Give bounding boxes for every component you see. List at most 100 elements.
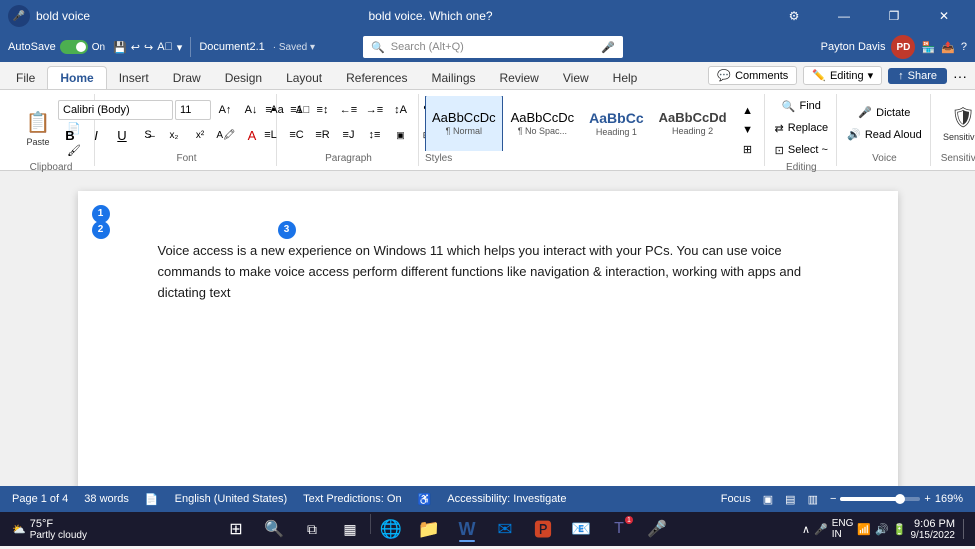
document-content[interactable]: Voice access is a new experience on Wind… [158,241,818,303]
outlook-app[interactable]: ✉ [487,514,523,544]
format-icon[interactable]: A⃣ [157,41,173,53]
tab-file[interactable]: File [4,67,47,89]
styles-scroll-down[interactable]: ▼ [736,120,760,139]
autosave-toggle[interactable] [60,40,88,54]
align-center-button[interactable]: ≡C [285,125,309,145]
tab-layout[interactable]: Layout [274,67,334,89]
multilevel-list-button[interactable]: ≡↕ [311,100,335,120]
layout-icon3[interactable]: ▥ [808,493,818,506]
search-button[interactable]: 🔍 [256,514,292,544]
dictate-button[interactable]: 🎤 Dictate [847,103,922,123]
zoom-thumb[interactable] [895,494,905,504]
overflow-icon[interactable]: ··· [953,68,967,84]
tab-home[interactable]: Home [47,66,106,89]
text-predictions[interactable]: Text Predictions: On [303,493,401,505]
redo-icon[interactable]: ↪ [144,41,153,54]
restore-button[interactable]: ❐ [871,0,917,32]
underline-button[interactable]: U [110,125,134,145]
strikethrough-button[interactable]: S̶ [136,125,160,145]
increase-font-button[interactable]: A↑ [213,100,237,120]
replace-button[interactable]: ⇄ Replace [775,118,829,138]
style-heading2[interactable]: AaBbCcDd Heading 2 [652,96,734,151]
align-right-button[interactable]: ≡R [311,125,335,145]
layout-icon2[interactable]: ▤ [785,493,795,506]
styles-scroll-up[interactable]: ▲ [736,101,760,120]
shading-button[interactable]: ▣ [389,125,413,145]
accessibility[interactable]: Accessibility: Investigate [447,493,566,505]
comments-button[interactable]: 💬 Comments [708,66,797,85]
tab-mailings[interactable]: Mailings [419,67,487,89]
tab-review[interactable]: Review [488,67,551,89]
tab-design[interactable]: Design [213,67,274,89]
zoom-track[interactable] [840,497,920,501]
highlight-button[interactable]: A🖍 [214,125,238,145]
justify-button[interactable]: ≡J [337,125,361,145]
speaker-icon[interactable]: 🔊 [875,523,889,536]
font-name-input[interactable] [58,100,173,120]
task-view-button[interactable]: ⧉ [294,514,330,544]
bold-button[interactable]: B [58,125,82,145]
close-button[interactable]: ✕ [921,0,967,32]
align-left-button[interactable]: ≡L [259,125,283,145]
powerpoint-app[interactable]: 🅿 [525,514,561,544]
help-icon[interactable]: ? [961,41,967,53]
user-avatar[interactable]: PD [891,35,915,59]
paste-button[interactable]: 📋 Paste [16,101,60,155]
start-button[interactable]: ⊞ [218,514,254,544]
word-app[interactable]: W [449,514,485,544]
voice-app[interactable]: 🎤 [639,514,675,544]
superscript-button[interactable]: x² [188,125,212,145]
line-spacing-button[interactable]: ↕≡ [363,125,387,145]
widgets-button[interactable]: ▦ [332,514,368,544]
mail-app[interactable]: 📧 [563,514,599,544]
share-button[interactable]: ↑ Share [888,68,947,84]
teams-app[interactable]: T 1 [601,514,637,544]
editing-button[interactable]: ✏️ Editing ▾ [803,66,882,85]
read-aloud-button[interactable]: 🔊 Read Aloud [847,125,922,145]
tab-help[interactable]: Help [601,67,650,89]
font-size-input[interactable] [175,100,211,120]
search-bar[interactable]: 🔍 Search (Alt+Q) 🎤 [363,36,623,58]
language[interactable]: English (United States) [175,493,288,505]
settings-button[interactable]: ⚙ [771,0,817,32]
italic-button[interactable]: I [84,125,108,145]
tab-view[interactable]: View [551,67,601,89]
style-normal[interactable]: AaBbCcDc ¶ Normal [425,96,503,151]
sensitivity-button[interactable]: 🛡 Sensitivity [941,96,975,150]
decrease-indent-button[interactable]: ←≡ [337,100,361,120]
zoom-in-icon[interactable]: + [924,493,930,505]
find-button[interactable]: 🔍 Find [775,96,829,116]
style-heading1[interactable]: AaBbCc Heading 1 [582,96,650,151]
store-icon[interactable]: 🏪 [921,41,935,54]
sort-button[interactable]: ↕A [389,100,413,120]
page-info: Page 1 of 4 [12,493,68,505]
mic-taskbar-icon[interactable]: 🎤 [814,523,828,536]
para-row2: ≡L ≡C ≡R ≡J ↕≡ ▣ ⊞ [259,125,439,145]
number-list-button[interactable]: ≡1 [285,100,309,120]
increase-indent-button[interactable]: →≡ [363,100,387,120]
zoom-level[interactable]: 169% [935,493,963,505]
page[interactable]: 1 2 3 Voice access is a new experience o… [78,191,898,486]
show-desktop-icon[interactable] [963,519,967,539]
undo-icon[interactable]: ↩ [131,41,140,54]
layout-icon1[interactable]: ▣ [763,493,773,506]
tab-draw[interactable]: Draw [161,67,213,89]
tab-insert[interactable]: Insert [107,67,161,89]
down-arrow-icon[interactable]: ▾ [177,41,183,54]
explorer-app[interactable]: 📁 [411,514,447,544]
save-icon[interactable]: 💾 [113,41,127,54]
edge-app[interactable]: 🌐 [373,514,409,544]
style-no-spacing[interactable]: AaBbCcDc ¶ No Spac... [504,96,582,151]
select-button[interactable]: ⊡ Select ~ [775,140,829,160]
wifi-icon[interactable]: 📶 [857,523,871,536]
bullet-list-button[interactable]: ≡• [259,100,283,120]
styles-expand[interactable]: ⊞ [736,140,760,159]
zoom-out-icon[interactable]: − [830,493,836,505]
minimize-button[interactable]: — [821,0,867,32]
share-icon[interactable]: 📤 [941,41,955,54]
subscript-button[interactable]: x₂ [162,125,186,145]
tab-references[interactable]: References [334,67,419,89]
focus-button[interactable]: Focus [721,493,751,505]
chevron-up-icon[interactable]: ∧ [802,523,810,536]
taskbar-time[interactable]: 9:06 PM 9/15/2022 [911,518,956,541]
